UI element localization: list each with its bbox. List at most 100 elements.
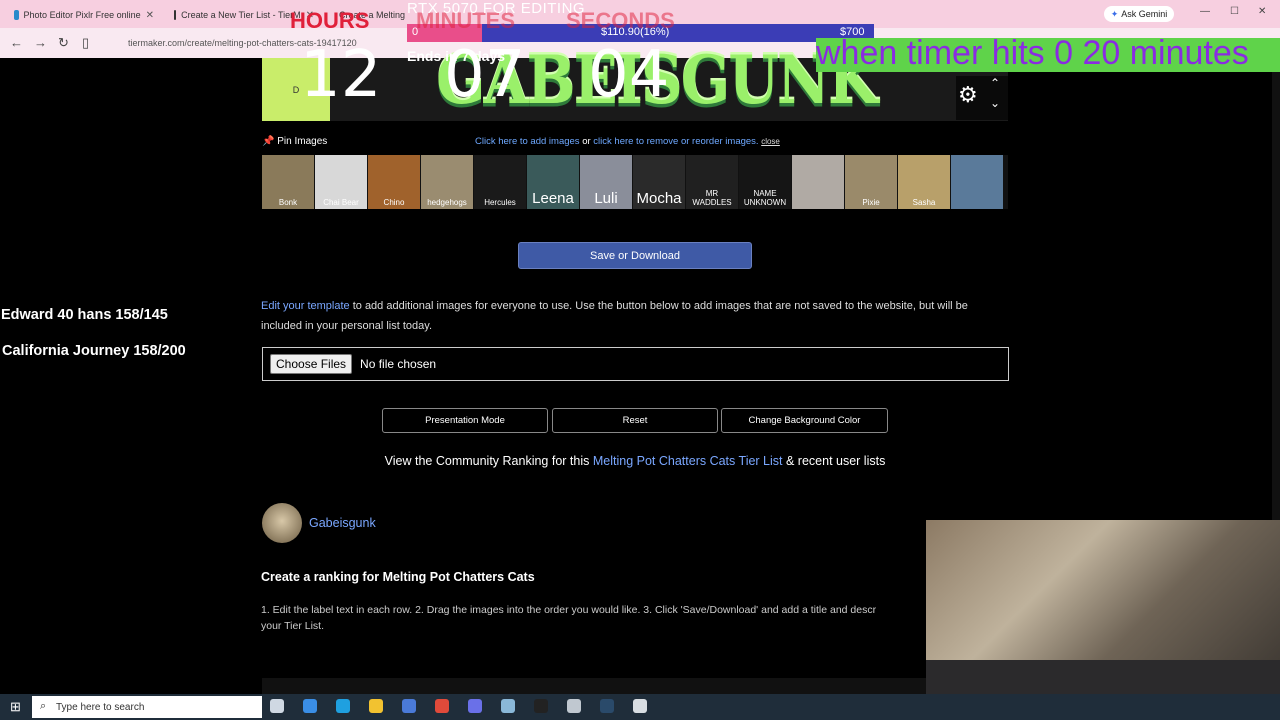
hours-label: HOURS (290, 8, 370, 33)
gear-icon[interactable]: ⚙ (958, 82, 978, 108)
timer-goal-text: when timer hits 0 20 minutes (816, 34, 1249, 72)
cat-thumbnail-label: Bonk (278, 198, 298, 207)
files-icon[interactable] (501, 699, 515, 713)
side-line-1: Edward 40 hans 158/145 (1, 307, 168, 323)
copilot-icon[interactable] (303, 699, 317, 713)
image-tray: Bonk Chai Bear Chino hedgehogs Hercules Leena… (262, 155, 1008, 209)
reset-button[interactable]: Reset (552, 408, 718, 433)
edit-template-link[interactable]: Edit your template (261, 300, 350, 312)
pixlr-favicon-icon (14, 10, 19, 20)
pin-images[interactable]: 📌 Pin Images (262, 136, 327, 147)
choose-files-button[interactable]: Choose Files (270, 354, 353, 374)
tab-title: Create a New Tier List - TierM (181, 10, 301, 20)
app-icon[interactable] (402, 699, 416, 713)
pin-images-label: Pin Images (277, 136, 328, 147)
cat-thumbnail[interactable]: Luli (580, 155, 632, 209)
file-status: No file chosen (360, 357, 437, 371)
cat-thumbnail-label: NAME UNKNOWN (743, 189, 787, 207)
file-upload-field: Choose Files No file chosen (262, 347, 1009, 381)
close-link[interactable]: close (761, 137, 780, 146)
reload-icon[interactable]: ↻ (58, 35, 69, 51)
timer-hours: 12 (300, 38, 382, 112)
app3-icon[interactable] (633, 699, 647, 713)
ranking-steps-cont: your Tier List. (261, 620, 325, 632)
tier-list-preview (262, 678, 926, 694)
gemini-icon: ✦ (1110, 8, 1119, 19)
tier-row-controls: ⚙ ⌃ ⌄ (956, 76, 1008, 120)
community-tier-link[interactable]: Melting Pot Chatters Cats Tier List (593, 454, 783, 468)
search-placeholder: Type here to search (56, 701, 145, 713)
cat-thumbnail-label: Hercules (484, 198, 516, 207)
cat-thumbnail-label: Leena (532, 190, 574, 207)
close-window-icon[interactable]: ✕ (1258, 6, 1266, 17)
chevron-down-icon[interactable]: ⌄ (990, 96, 1000, 110)
timer-seconds: 04 (588, 38, 670, 112)
username-link[interactable]: Gabeisgunk (309, 516, 376, 530)
cat-thumbnail-label: hedgehogs (427, 198, 467, 207)
presentation-mode-button[interactable]: Presentation Mode (382, 408, 548, 433)
save-download-button[interactable]: Save or Download (518, 242, 752, 269)
taskbar-search[interactable]: ⌕ Type here to search (32, 696, 262, 718)
image-links: Click here to add images or click here t… (475, 136, 780, 147)
task-view-icon[interactable] (270, 699, 284, 713)
windows-start-icon[interactable]: ⊞ (10, 699, 21, 715)
add-images-link[interactable]: Click here to add images (475, 136, 580, 147)
pin-icon: 📌 (262, 136, 275, 147)
cat-thumbnail[interactable]: Hercules (474, 155, 526, 209)
app2-icon[interactable] (567, 699, 581, 713)
ends-in-text: Ends in 7 days (407, 48, 506, 64)
tier-label-text: D (292, 84, 300, 95)
close-tab-icon[interactable]: ✕ (146, 10, 154, 21)
file-explorer-icon[interactable] (369, 699, 383, 713)
cat-thumbnail[interactable]: Chai Bear (315, 155, 367, 209)
minimize-icon[interactable]: — (1200, 6, 1210, 17)
cat-thumbnail[interactable]: MR WADDLES (686, 155, 738, 209)
rtx-goal-text: RTX 5070 FOR EDITING (407, 0, 586, 17)
search-icon: ⌕ (40, 700, 47, 712)
ask-gemini-label: Ask Gemini (1121, 9, 1168, 19)
cat-thumbnail-label: Sasha (912, 198, 936, 207)
back-icon[interactable]: ← (10, 35, 23, 50)
chevron-up-icon[interactable]: ⌃ (990, 76, 1000, 90)
sidebar-icon[interactable]: ▯ (82, 35, 89, 51)
avatar[interactable] (262, 503, 302, 543)
chrome-icon[interactable] (435, 699, 449, 713)
community-suffix: & recent user lists (782, 454, 886, 468)
cat-thumbnail[interactable]: hedgehogs (421, 155, 473, 209)
cat-thumbnail-label: Chino (383, 198, 405, 207)
tab-pixlr[interactable]: Photo Editor Pixlr Free online ✕ (8, 4, 160, 26)
ask-gemini-button[interactable]: ✦ Ask Gemini (1104, 6, 1174, 22)
change-background-button[interactable]: Change Background Color (721, 408, 888, 433)
or-text: or (582, 136, 591, 147)
edge-icon[interactable] (336, 699, 350, 713)
webcam-desk-area (926, 660, 1280, 694)
cat-thumbnail[interactable]: Sasha (898, 155, 950, 209)
intro-text: to add additional images for everyone to… (261, 300, 968, 332)
reorder-images-link[interactable]: click here to remove or reorder images. (593, 136, 758, 147)
cat-thumbnail[interactable]: Mocha (633, 155, 685, 209)
steam-icon[interactable] (600, 699, 614, 713)
community-ranking-line: View the Community Ranking for this Melt… (262, 454, 1008, 468)
intro-paragraph: Edit your template to add additional ima… (261, 296, 1001, 336)
cat-thumbnail-label: Luli (594, 190, 618, 207)
cat-thumbnail[interactable] (792, 155, 844, 209)
cat-thumbnail-label: Chai Bear (323, 198, 359, 207)
tiermaker-favicon-icon (174, 10, 177, 20)
cat-thumbnail[interactable]: Leena (527, 155, 579, 209)
cat-thumbnail-label: Pixie (862, 198, 880, 207)
ranking-heading: Create a ranking for Melting Pot Chatter… (261, 570, 535, 584)
cat-thumbnail[interactable]: NAME UNKNOWN (739, 155, 791, 209)
cat-thumbnail-label: MR WADDLES (692, 189, 732, 207)
cat-thumbnail[interactable]: Chino (368, 155, 420, 209)
cat-thumbnail[interactable] (951, 155, 1003, 209)
community-prefix: View the Community Ranking for this (384, 454, 593, 468)
discord-icon[interactable] (468, 699, 482, 713)
maximize-icon[interactable]: ☐ (1230, 6, 1239, 17)
obs-icon[interactable] (534, 699, 548, 713)
cat-thumbnail-label: Mocha (636, 190, 682, 207)
tab-title: Photo Editor Pixlr Free online (23, 10, 141, 20)
cat-thumbnail[interactable]: Bonk (262, 155, 314, 209)
ranking-steps: 1. Edit the label text in each row. 2. D… (261, 604, 877, 616)
forward-icon[interactable]: → (34, 35, 47, 50)
cat-thumbnail[interactable]: Pixie (845, 155, 897, 209)
